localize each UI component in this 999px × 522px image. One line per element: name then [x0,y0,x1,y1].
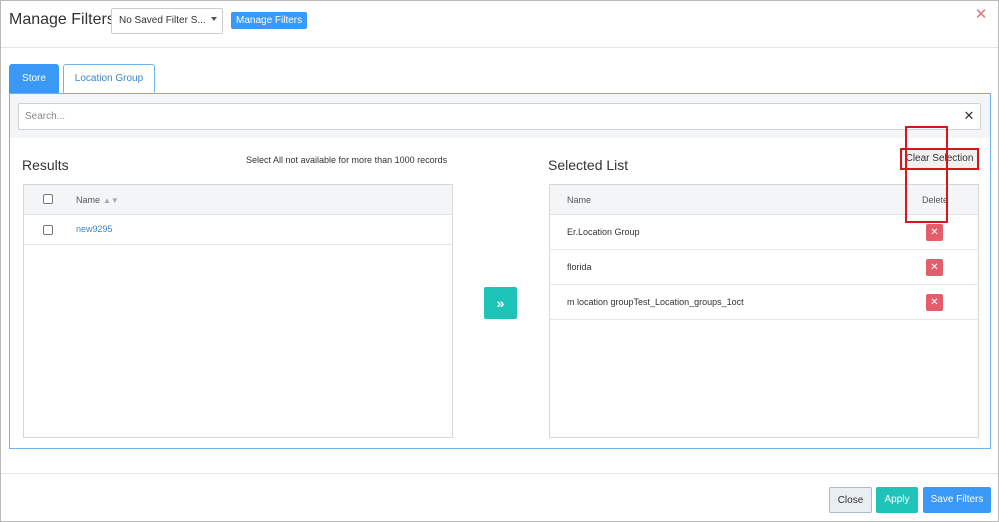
move-to-selected-button[interactable]: » [484,287,517,319]
table-row: Er.Location Group ✕ [550,215,978,250]
manage-filters-modal: Manage Filters No Saved Filter S... Mana… [0,0,999,522]
tab-location-group[interactable]: Location Group [63,64,155,93]
delete-column-header: Delete [922,195,949,205]
sort-icon[interactable]: ▲▼ [103,196,119,205]
table-row: m location groupTest_Location_groups_1oc… [550,285,978,320]
row-checkbox[interactable] [43,225,53,235]
selected-list-title: Selected List [548,157,629,173]
selected-list: Name Delete Er.Location Group ✕ florida … [549,184,979,438]
selected-item-name: Er.Location Group [567,227,640,237]
delete-button[interactable]: ✕ [926,294,943,311]
search-box: ✕ [18,103,981,130]
delete-button[interactable]: ✕ [926,224,943,241]
modal-title: Manage Filters [9,11,115,28]
name-column-header[interactable]: Name ▲▼ [76,195,119,205]
select-all-note: Select All not available for more than 1… [246,155,448,165]
clear-search-icon[interactable]: ✕ [962,109,976,123]
apply-button[interactable]: Apply [876,487,918,513]
selected-item-name: florida [567,262,592,272]
tab-store[interactable]: Store [9,64,59,93]
selected-name-column-header: Name [567,195,592,205]
results-title: Results [22,157,69,173]
footer-divider [1,473,998,474]
selected-header: Name Delete [550,185,978,215]
result-name-link[interactable]: new9295 [76,224,113,234]
select-all-checkbox[interactable] [43,194,53,204]
table-row: new9295 [24,215,452,245]
selected-item-name: m location groupTest_Location_groups_1oc… [567,297,744,307]
name-column-label: Name [76,195,101,205]
chevron-down-icon [211,17,217,21]
search-input[interactable] [25,104,945,129]
search-bar: ✕ [10,94,990,138]
clear-selection-button[interactable]: Clear Selection [900,148,979,170]
close-icon[interactable]: ✕ [973,7,989,23]
results-header: Name ▲▼ [24,185,452,215]
save-filters-button[interactable]: Save Filters [923,487,991,513]
saved-filter-select[interactable]: No Saved Filter S... [111,8,223,34]
manage-filters-button[interactable]: Manage Filters [231,12,308,29]
close-button[interactable]: Close [829,487,872,513]
modal-header: Manage Filters No Saved Filter S... Mana… [1,1,998,48]
table-row: florida ✕ [550,250,978,285]
location-group-panel: ✕ Results Select All not available for m… [9,93,991,449]
saved-filter-value: No Saved Filter S... [119,15,206,26]
results-list: Name ▲▼ new9295 [23,184,453,438]
delete-button[interactable]: ✕ [926,259,943,276]
